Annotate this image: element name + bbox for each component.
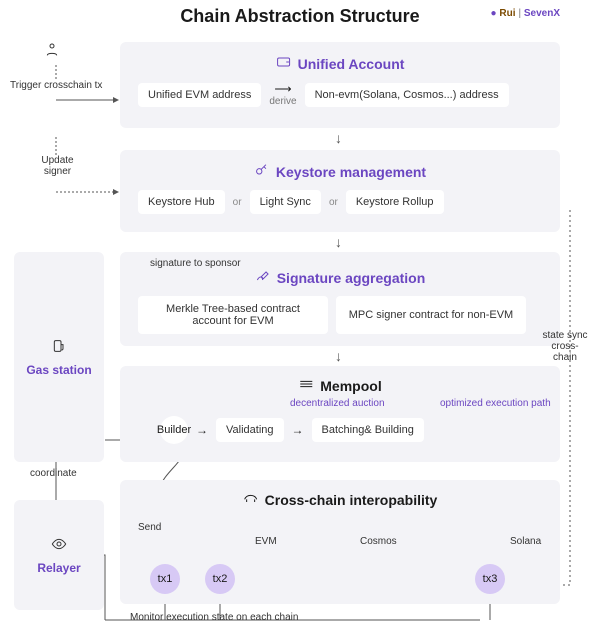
monitor-label: Monitor execution state on each chain [130, 612, 298, 623]
update-signer-label: Update signer [30, 155, 85, 177]
interop-panel: Cross-chain interopability Send EVM Cosm… [120, 480, 560, 604]
wallet-icon [276, 54, 292, 73]
unified-evm-chip: Unified EVM address [138, 83, 261, 107]
arrow-down-icon: ↓ [335, 348, 342, 364]
key-icon [254, 162, 270, 181]
keystore-rollup-chip: Keystore Rollup [346, 190, 444, 214]
send-label: Send [138, 522, 161, 533]
eye-icon [51, 536, 67, 555]
coordinate-label: coordinate [30, 468, 77, 479]
arrow-right-icon: → [196, 423, 208, 437]
arrow-down-icon: ↓ [335, 234, 342, 250]
mpc-chip: MPC signer contract for non-EVM [336, 296, 526, 334]
evm-label: EVM [255, 536, 277, 547]
relayer-side: Relayer [14, 500, 104, 610]
actor-icon [44, 42, 60, 61]
tx3-node: tx3 [475, 564, 505, 594]
interop-heading: Cross-chain interopability [233, 484, 448, 515]
keystore-hub-chip: Keystore Hub [138, 190, 225, 214]
unified-account-heading: Unified Account [266, 48, 415, 79]
bridge-icon [243, 490, 259, 509]
batching-chip: Batching& Building [312, 418, 424, 442]
signature-panel: signature to sponsor Signature aggregati… [120, 252, 560, 346]
optimized-label: optimized execution path [440, 398, 551, 409]
signature-icon [255, 268, 271, 287]
gas-icon [51, 338, 67, 357]
mempool-heading: Mempool [288, 370, 391, 401]
nonevm-chip: Non-evm(Solana, Cosmos...) address [305, 83, 509, 107]
brand-dot-icon: ● [491, 8, 497, 19]
sponsor-label: signature to sponsor [150, 258, 241, 269]
state-sync-label: state sync cross-chain [540, 330, 590, 363]
tx1-node: tx1 [150, 564, 180, 594]
gas-station-side: Gas station [14, 252, 104, 462]
trigger-label: Trigger crosschain tx [10, 80, 102, 91]
unified-account-panel: Unified Account Unified EVM address ⟶ de… [120, 42, 560, 128]
decentralized-label: decentralized auction [290, 398, 385, 409]
tx2-node: tx2 [205, 564, 235, 594]
light-sync-chip: Light Sync [250, 190, 321, 214]
arrow-right-icon: → [292, 423, 304, 437]
keystore-heading: Keystore management [244, 156, 436, 187]
mempool-panel: Mempool decentralized auction optimized … [120, 366, 560, 462]
keystore-panel: Keystore management Keystore Hub or Ligh… [120, 150, 560, 232]
arrow-down-icon: ↓ [335, 130, 342, 146]
merkle-chip: Merkle Tree-based contract account for E… [138, 296, 328, 334]
cosmos-label: Cosmos [360, 536, 397, 547]
mempool-icon [298, 376, 314, 395]
derive-arrow-icon: ⟶ [274, 82, 291, 96]
builder-node: Builder [160, 416, 188, 444]
brand: ● Rui | SevenX [491, 8, 560, 19]
solana-label: Solana [510, 536, 541, 547]
signature-heading: Signature aggregation [245, 262, 436, 293]
validating-chip: Validating [216, 418, 284, 442]
